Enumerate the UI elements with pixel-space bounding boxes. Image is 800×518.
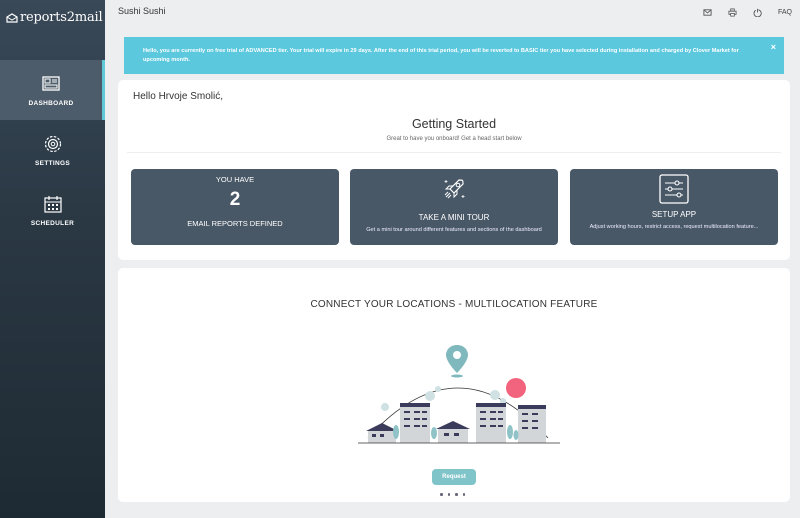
gear-icon bbox=[44, 135, 61, 152]
brand-name: reports2mail bbox=[20, 10, 103, 25]
carousel-dot[interactable] bbox=[440, 493, 443, 496]
getting-started-subtitle: Great to have you onboard! Get a head st… bbox=[386, 136, 522, 142]
printer-icon[interactable] bbox=[728, 8, 737, 17]
divider bbox=[127, 152, 781, 153]
carousel-dot[interactable] bbox=[455, 493, 458, 496]
greeting: Hello Hrvoje Smolić, bbox=[133, 91, 224, 102]
logout-icon[interactable] bbox=[753, 8, 762, 17]
reports-count: 2 bbox=[229, 189, 241, 210]
tile-description: Get a mini tour around different feature… bbox=[366, 227, 542, 233]
close-icon[interactable]: × bbox=[771, 43, 776, 52]
mail-icon[interactable] bbox=[703, 8, 712, 17]
dashboard-icon bbox=[42, 75, 60, 91]
tile-label: YOU HAVE bbox=[215, 175, 255, 184]
carousel-dot[interactable] bbox=[447, 493, 450, 496]
rocket-icon bbox=[444, 179, 465, 199]
tile-title: TAKE A MINI TOUR bbox=[418, 213, 490, 222]
tile-title: SETUP APP bbox=[651, 210, 697, 219]
sidebar-item-label: SCHEDULER bbox=[30, 219, 75, 227]
top-bar: Sushi Sushi FAQ bbox=[105, 0, 800, 27]
carousel-dot[interactable] bbox=[462, 493, 465, 496]
page-title: Sushi Sushi bbox=[118, 5, 166, 16]
sun-circle bbox=[506, 378, 526, 398]
carousel-dots[interactable] bbox=[440, 493, 465, 496]
getting-started-title: Getting Started bbox=[411, 117, 497, 131]
multilocation-title: CONNECT YOUR LOCATIONS - MULTILOCATION F… bbox=[310, 299, 598, 310]
city-illustration bbox=[358, 345, 560, 444]
sliders-icon bbox=[659, 174, 689, 204]
setup-app-tile[interactable]: SETUP APP Adjust working hours, restrict… bbox=[570, 169, 778, 245]
mini-tour-tile[interactable]: TAKE A MINI TOUR Get a mini tour around … bbox=[350, 169, 558, 245]
sidebar: reports2mail DASHBOARD SETTINGS SCHEDULE… bbox=[0, 0, 105, 518]
faq-link[interactable]: FAQ bbox=[778, 9, 792, 16]
sidebar-item-scheduler[interactable]: SCHEDULER bbox=[0, 180, 105, 240]
alert-text: Hello, you are currently on free trial o… bbox=[143, 48, 739, 63]
multilocation-card: CONNECT YOUR LOCATIONS - MULTILOCATION F… bbox=[118, 268, 790, 502]
calendar-icon bbox=[43, 195, 62, 213]
location-pin-icon bbox=[446, 345, 468, 378]
email-reports-tile[interactable]: YOU HAVE 2 EMAIL REPORTS DEFINED bbox=[131, 169, 339, 245]
sidebar-item-label: SETTINGS bbox=[35, 159, 70, 167]
request-button[interactable]: Request bbox=[432, 469, 476, 485]
brand-logo[interactable]: reports2mail bbox=[0, 0, 105, 60]
tile-description: Adjust working hours, restrict access, r… bbox=[589, 224, 759, 230]
envelope-icon bbox=[6, 13, 18, 23]
tile-label: EMAIL REPORTS DEFINED bbox=[187, 219, 283, 228]
trial-alert: Hello, you are currently on free trial o… bbox=[124, 37, 784, 74]
getting-started-card: Hello Hrvoje Smolić, Getting Started Gre… bbox=[118, 80, 790, 260]
top-actions: FAQ bbox=[703, 8, 792, 17]
sidebar-item-settings[interactable]: SETTINGS bbox=[0, 120, 105, 180]
sidebar-item-dashboard[interactable]: DASHBOARD bbox=[0, 60, 105, 120]
sidebar-item-label: DASHBOARD bbox=[28, 99, 74, 107]
